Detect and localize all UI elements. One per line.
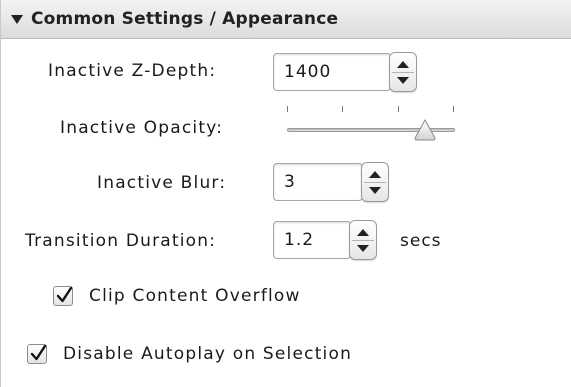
- stepper-up-icon[interactable]: [369, 171, 381, 178]
- clip-content-overflow-checkbox[interactable]: [53, 286, 73, 306]
- stepper-down-icon[interactable]: [369, 187, 381, 194]
- stepper-down-icon[interactable]: [397, 77, 409, 84]
- stepper-up-icon[interactable]: [397, 61, 409, 68]
- inactive-blur-input[interactable]: 3: [273, 163, 363, 201]
- transition-duration-unit: secs: [400, 231, 442, 251]
- slider-tick: [398, 106, 399, 112]
- section-header[interactable]: Common Settings / Appearance: [1, 0, 571, 39]
- section-title: Common Settings / Appearance: [31, 9, 339, 29]
- stepper-up-icon[interactable]: [357, 229, 369, 236]
- inactive-z-depth-stepper[interactable]: [389, 52, 417, 92]
- stepper-divider: [364, 182, 386, 183]
- checkmark-icon: [56, 286, 73, 303]
- inactive-blur-stepper[interactable]: [361, 162, 389, 202]
- slider-tick: [342, 106, 343, 112]
- transition-duration-stepper[interactable]: [349, 220, 377, 260]
- stepper-divider: [392, 72, 414, 73]
- transition-duration-label: Transition Duration:: [25, 231, 217, 251]
- slider-tick: [453, 106, 454, 112]
- disable-autoplay-checkbox[interactable]: [27, 344, 47, 364]
- slider-tick: [287, 106, 288, 112]
- inactive-blur-label: Inactive Blur:: [97, 173, 227, 193]
- disclosure-triangle-icon[interactable]: [11, 14, 23, 24]
- clip-content-overflow-label[interactable]: Clip Content Overflow: [89, 286, 301, 306]
- inactive-z-depth-input[interactable]: 1400: [273, 53, 391, 91]
- transition-duration-input[interactable]: 1.2: [273, 221, 351, 259]
- stepper-down-icon[interactable]: [357, 245, 369, 252]
- inactive-opacity-label: Inactive Opacity:: [60, 118, 224, 138]
- settings-panel: Common Settings / Appearance Inactive Z-…: [0, 0, 571, 387]
- disable-autoplay-label[interactable]: Disable Autoplay on Selection: [63, 344, 352, 364]
- inactive-z-depth-label: Inactive Z-Depth:: [48, 61, 217, 81]
- slider-thumb-icon[interactable]: [413, 118, 437, 142]
- stepper-divider: [352, 240, 374, 241]
- checkmark-icon: [30, 344, 47, 361]
- inactive-opacity-slider[interactable]: [283, 104, 459, 144]
